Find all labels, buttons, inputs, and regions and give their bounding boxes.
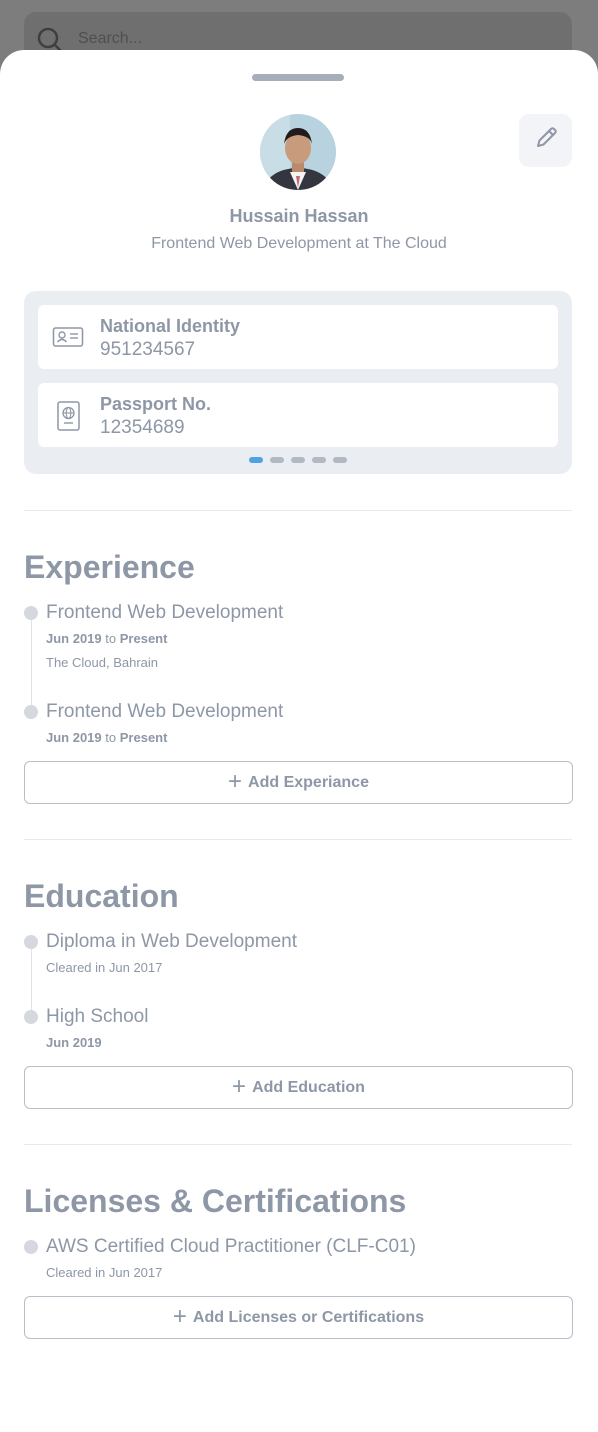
education-timeline bbox=[31, 949, 32, 1017]
plus-icon: + bbox=[172, 1302, 187, 1330]
education-title: Education bbox=[24, 878, 179, 914]
national-identity-card[interactable]: National Identity 951234567 bbox=[38, 305, 558, 369]
timeline-dot bbox=[24, 606, 38, 620]
passport-icon bbox=[52, 400, 84, 437]
avatar bbox=[260, 114, 336, 190]
education-item-title: Diploma in Web Development bbox=[46, 931, 297, 952]
add-education-button[interactable]: + Add Education bbox=[24, 1066, 573, 1109]
carousel-pagination bbox=[249, 457, 347, 463]
passport-card[interactable]: Passport No. 12354689 bbox=[38, 383, 558, 447]
edit-profile-button[interactable] bbox=[519, 114, 572, 167]
pagination-dot-4[interactable] bbox=[312, 457, 326, 463]
passport-value: 12354689 bbox=[100, 417, 185, 438]
add-experience-button[interactable]: + Add Experiance bbox=[24, 761, 573, 804]
experience-item-title: Frontend Web Development bbox=[46, 701, 284, 722]
timeline-dot bbox=[24, 705, 38, 719]
licenses-title: Licenses & Certifications bbox=[24, 1183, 407, 1219]
experience-item-dates: Jun 2019 to Present bbox=[46, 631, 168, 646]
identity-carousel[interactable]: National Identity 951234567 Passport No.… bbox=[24, 291, 572, 474]
experience-item-location: The Cloud, Bahrain bbox=[46, 655, 159, 670]
id-card-icon bbox=[52, 322, 84, 357]
timeline-dot bbox=[24, 1240, 38, 1254]
divider bbox=[24, 1144, 572, 1145]
add-license-button[interactable]: + Add Licenses or Certifications bbox=[24, 1296, 573, 1339]
id-value: 951234567 bbox=[100, 339, 196, 360]
divider bbox=[24, 510, 572, 511]
profile-bottom-sheet: Hussain Hassan Frontend Web Development … bbox=[0, 50, 598, 1432]
pagination-dot-3[interactable] bbox=[291, 457, 305, 463]
experience-timeline bbox=[31, 620, 32, 712]
timeline-dot bbox=[24, 1010, 38, 1024]
pencil-icon bbox=[532, 124, 560, 157]
education-item-date: Cleared in Jun 2017 bbox=[46, 960, 163, 975]
search-placeholder: Search... bbox=[78, 30, 143, 47]
experience-item-dates: Jun 2019 to Present bbox=[46, 730, 168, 745]
add-education-label: Add Education bbox=[252, 1078, 365, 1096]
add-experience-label: Add Experiance bbox=[248, 773, 369, 791]
passport-label: Passport No. bbox=[100, 394, 212, 414]
pagination-dot-2[interactable] bbox=[270, 457, 284, 463]
add-license-label: Add Licenses or Certifications bbox=[192, 1308, 425, 1326]
pagination-dot-1[interactable] bbox=[249, 457, 263, 463]
timeline-dot bbox=[24, 935, 38, 949]
profile-headline: Frontend Web Development at The Cloud bbox=[151, 235, 447, 252]
license-item-title: AWS Certified Cloud Practitioner (CLF-C0… bbox=[46, 1236, 416, 1257]
sheet-drag-handle[interactable] bbox=[252, 74, 344, 81]
profile-name: Hussain Hassan bbox=[229, 206, 369, 226]
pagination-dot-5[interactable] bbox=[333, 457, 347, 463]
education-item-title: High School bbox=[46, 1006, 149, 1027]
plus-icon: + bbox=[228, 767, 243, 795]
experience-item-title: Frontend Web Development bbox=[46, 602, 284, 623]
divider bbox=[24, 839, 572, 840]
id-label: National Identity bbox=[100, 316, 241, 336]
education-item-date: Jun 2019 bbox=[46, 1035, 102, 1050]
license-item-date: Cleared in Jun 2017 bbox=[46, 1265, 163, 1280]
experience-title: Experience bbox=[24, 549, 195, 585]
plus-icon: + bbox=[232, 1072, 247, 1100]
